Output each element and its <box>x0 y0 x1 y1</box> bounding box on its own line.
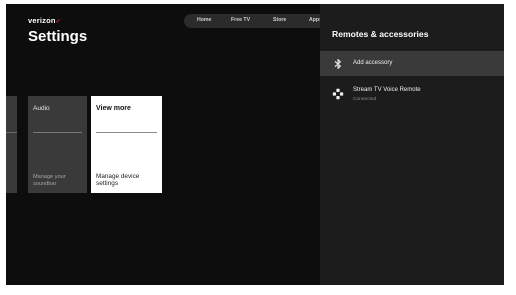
nav-item-home[interactable]: Home <box>197 17 211 23</box>
settings-card-audio[interactable]: Audio Manage your soundbar <box>28 96 87 193</box>
card-divider <box>6 132 17 133</box>
tv-screen: verizon✓ Settings Home Free TV Store App… <box>6 4 504 285</box>
card-title: View more <box>96 105 131 112</box>
add-accessory-item[interactable]: Add accessory <box>320 51 504 76</box>
verizon-logo: verizon✓ <box>28 16 61 25</box>
card-description: Manage your soundbar <box>33 174 66 187</box>
settings-card-view-more[interactable]: View more Manage device settings <box>91 96 162 193</box>
panel-title: Remotes & accessories <box>332 29 429 39</box>
remotes-accessories-panel: Remotes & accessories Add accessory Stre… <box>320 4 504 285</box>
brand-text: verizon <box>28 16 56 25</box>
gamepad-icon <box>332 87 344 100</box>
brand-check-mark: ✓ <box>55 19 61 25</box>
menu-item-label: Add accessory <box>353 60 393 66</box>
card-description: Manage device settings <box>96 172 140 188</box>
nav-item-free-tv[interactable]: Free TV <box>231 17 250 23</box>
nav-item-store[interactable]: Store <box>273 17 286 23</box>
card-divider <box>96 132 157 133</box>
stream-tv-voice-remote-item[interactable]: Stream TV Voice Remote Connected <box>320 81 504 111</box>
bluetooth-icon <box>332 57 344 69</box>
connection-status: Connected <box>353 97 377 102</box>
page-title: Settings <box>28 28 88 45</box>
settings-card-partial[interactable] <box>6 96 17 193</box>
card-divider <box>33 132 82 133</box>
menu-item-label: Stream TV Voice Remote <box>353 87 421 93</box>
card-title: Audio <box>33 105 50 112</box>
